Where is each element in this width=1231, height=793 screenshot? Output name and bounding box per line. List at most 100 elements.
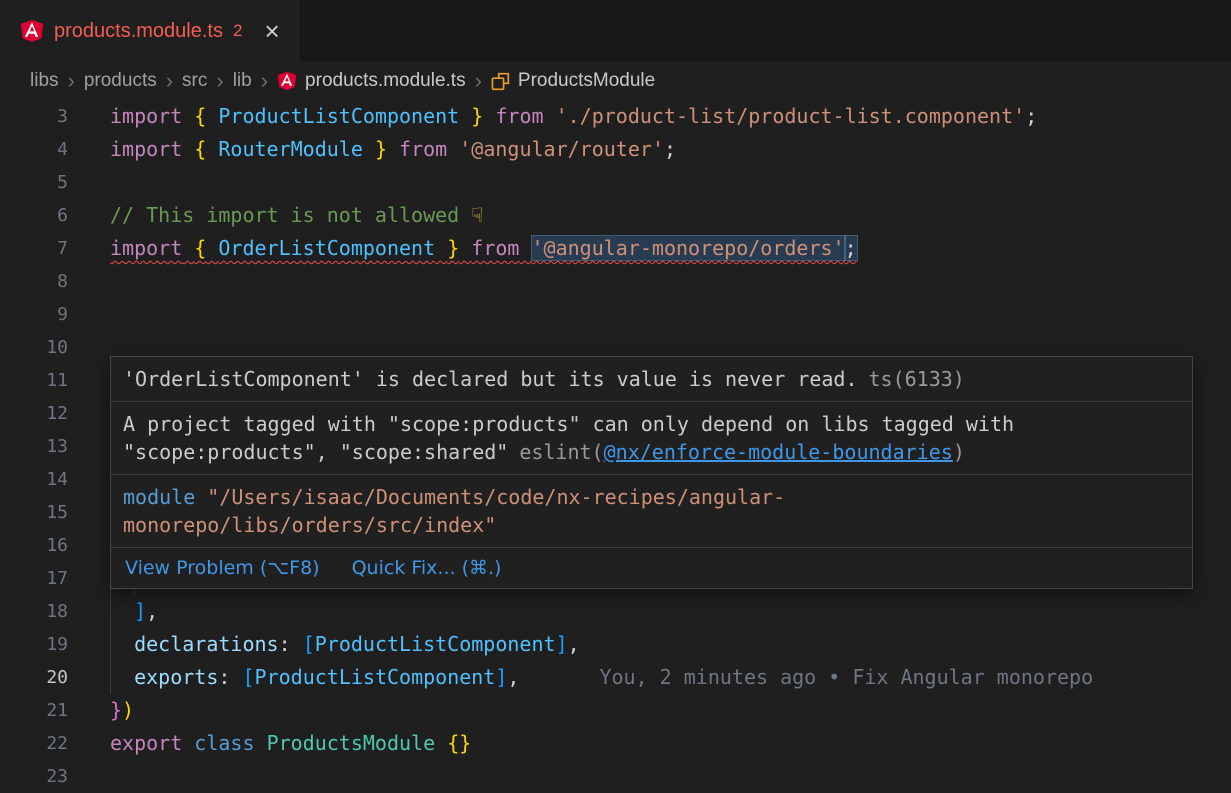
code-token (206, 137, 218, 161)
code-token: exports (134, 665, 218, 689)
line-number[interactable]: 19 (0, 628, 68, 661)
code-line-19[interactable]: 19 declarations: [ProductListComponent], (0, 628, 1231, 661)
hover-ts-diagnostic: 'OrderListComponent' is declared but its… (111, 357, 1192, 401)
code-line-3[interactable]: 3import { ProductListComponent } from '.… (0, 100, 1231, 133)
line-number[interactable]: 20 (0, 661, 68, 694)
code-token: { (194, 104, 206, 128)
code-token: ProductListComponent (255, 665, 496, 689)
git-blame-annotation: You, 2 minutes ago • Fix Angular monorep… (599, 665, 1093, 689)
module-path: "/Users/isaac/Documents/code/nx-recipes/… (123, 485, 785, 537)
code-token (182, 104, 194, 128)
close-icon[interactable]: × (264, 18, 279, 44)
line-number[interactable]: 4 (0, 133, 68, 166)
line-number[interactable]: 21 (0, 694, 68, 727)
hover-eslint-diagnostic: A project tagged with "scope:products" c… (111, 401, 1192, 474)
code-token: , (146, 599, 158, 623)
code-line-content: declarations: [ProductListComponent], (110, 628, 580, 661)
code-token: import (110, 236, 182, 260)
code-token (459, 236, 471, 260)
line-number[interactable]: 10 (0, 331, 68, 364)
code-token: ProductListComponent (218, 104, 459, 128)
breadcrumb-item-src[interactable]: src (182, 70, 207, 92)
line-number[interactable]: 11 (0, 364, 68, 397)
code-token (110, 665, 134, 689)
code-token (519, 236, 531, 260)
line-number[interactable]: 13 (0, 430, 68, 463)
code-token (110, 599, 134, 623)
indent-guide (110, 661, 111, 694)
code-line-6[interactable]: 6 // This import is not allowed ☟ (0, 199, 1231, 232)
line-number[interactable]: 8 (0, 265, 68, 298)
eslint-rule-link[interactable]: @nx/enforce-module-boundaries (604, 440, 953, 464)
code-token: ] (134, 599, 146, 623)
line-number[interactable]: 22 (0, 727, 68, 760)
code-token (435, 236, 447, 260)
code-token: { (194, 137, 206, 161)
breadcrumb-item-libs[interactable]: libs (30, 70, 59, 92)
code-token: {} (447, 731, 471, 755)
line-number[interactable]: 14 (0, 463, 68, 496)
code-token: } (447, 236, 459, 260)
module-quickinfo: module"/Users/isaac/Documents/code/nx-re… (123, 483, 823, 539)
code-token: class (194, 731, 254, 755)
code-line-4[interactable]: 4import { RouterModule } from '@angular/… (0, 133, 1231, 166)
line-number[interactable]: 18 (0, 595, 68, 628)
code-token: RouterModule (218, 137, 363, 161)
line-number[interactable]: 15 (0, 496, 68, 529)
eslint-source-prefix: eslint( (519, 440, 603, 464)
code-line-content: // This import is not allowed ☟ (110, 199, 483, 232)
code-line-5[interactable]: 5 (0, 166, 1231, 199)
code-token (182, 137, 194, 161)
chevron-right-icon: › (252, 68, 277, 94)
quick-fix-link[interactable]: Quick Fix... (⌘.) (352, 557, 502, 579)
tab-products-module[interactable]: products.module.ts 2 × (0, 0, 299, 62)
code-token (182, 731, 194, 755)
line-number[interactable]: 7 (0, 232, 68, 265)
hover-module-info: module"/Users/isaac/Documents/code/nx-re… (111, 474, 1192, 547)
breadcrumb-item-products-module-ts[interactable]: products.module.ts (277, 70, 466, 92)
code-token: : (218, 665, 242, 689)
code-token (447, 137, 459, 161)
tab-bar: products.module.ts 2 × (0, 0, 1231, 62)
code-token: from (399, 137, 447, 161)
code-line-22[interactable]: 22export class ProductsModule {} (0, 727, 1231, 760)
code-token: : (279, 632, 303, 656)
code-token: , (507, 665, 519, 689)
line-number[interactable]: 23 (0, 760, 68, 793)
code-line-21[interactable]: 21}) (0, 694, 1231, 727)
code-line-7[interactable]: 7 import { OrderListComponent } from '@an… (0, 232, 1231, 265)
code-token: } (110, 698, 122, 722)
code-line-9[interactable]: 9 (0, 298, 1231, 331)
code-line-content: import { OrderListComponent } from '@ang… (110, 232, 857, 265)
line-number[interactable]: 9 (0, 298, 68, 331)
line-number[interactable]: 12 (0, 397, 68, 430)
code-token: from (471, 236, 519, 260)
line-number[interactable]: 16 (0, 529, 68, 562)
code-token (459, 104, 471, 128)
line-number[interactable]: 5 (0, 166, 68, 199)
breadcrumb-item-products[interactable]: products (84, 70, 157, 92)
breadcrumb-item-lib[interactable]: lib (233, 70, 252, 92)
code-line-18[interactable]: 18 ], (0, 595, 1231, 628)
line-number[interactable]: 6 (0, 199, 68, 232)
code-token: import (110, 137, 182, 161)
breadcrumb-label: ProductsModule (518, 70, 655, 92)
code-token: [ (242, 665, 254, 689)
code-token (206, 236, 218, 260)
class-symbol-icon (491, 72, 510, 91)
code-token (110, 632, 134, 656)
tab-problem-count: 2 (233, 21, 242, 41)
code-line-23[interactable]: 23 (0, 760, 1231, 793)
line-number[interactable]: 17 (0, 562, 68, 595)
line-number[interactable]: 3 (0, 100, 68, 133)
breadcrumb-item-productsmodule[interactable]: ProductsModule (491, 70, 655, 92)
indent-guide (110, 628, 111, 661)
pointing-down-emoji: ☟ (471, 203, 483, 227)
view-problem-link[interactable]: View Problem (⌥F8) (125, 557, 320, 579)
code-line-8[interactable]: 8 (0, 265, 1231, 298)
code-line-content: exports: [ProductListComponent],You, 2 m… (110, 661, 1093, 694)
breadcrumb-label: products.module.ts (305, 70, 466, 92)
code-token: ; (845, 236, 857, 260)
code-line-20[interactable]: 20 exports: [ProductListComponent],You, … (0, 661, 1231, 694)
code-token (255, 731, 267, 755)
